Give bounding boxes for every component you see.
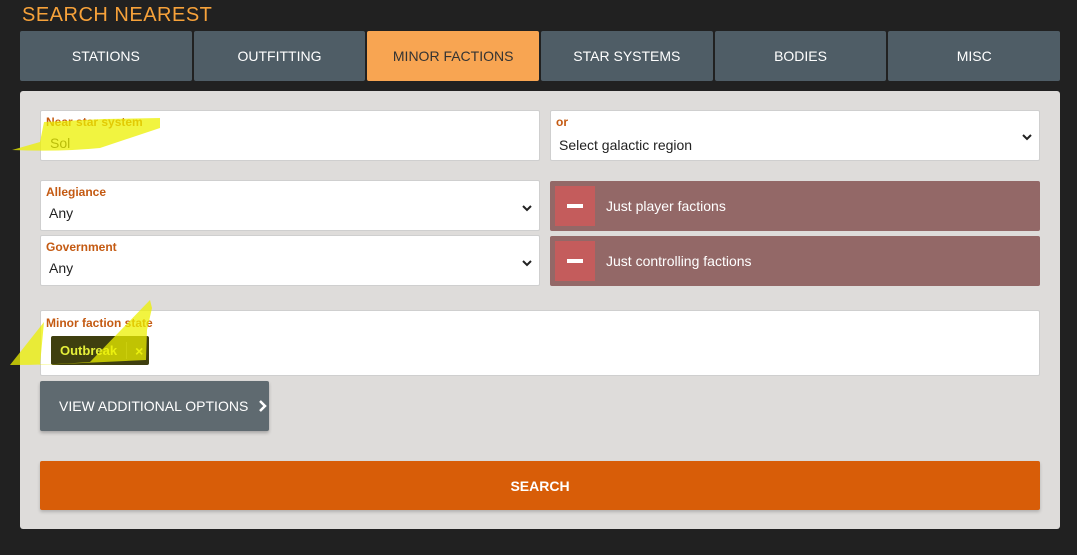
search-button[interactable]: SEARCH [40,461,1040,510]
view-additional-options-button[interactable]: VIEW ADDITIONAL OPTIONS [40,381,269,431]
government-value: Any [49,260,74,276]
near-system-value: Sol [50,135,71,151]
faction-state-field[interactable]: Minor faction state Outbreak × [40,310,1040,376]
chevron-right-icon [259,400,268,412]
near-system-field[interactable]: Near star system Sol [40,110,540,161]
tab-bar: STATIONS OUTFITTING MINOR FACTIONS STAR … [20,31,1061,81]
chevron-down-icon [522,260,532,267]
government-label: Government [46,240,117,254]
faction-state-label: Minor faction state [46,316,153,330]
controlling-factions-label: Just controlling factions [606,253,752,269]
faction-state-tag: Outbreak × [51,336,150,365]
player-factions-toggle[interactable]: Just player factions [550,181,1040,231]
minus-icon [567,259,583,263]
tab-star-systems[interactable]: STAR SYSTEMS [541,31,713,81]
allegiance-select[interactable]: Allegiance Any [40,180,540,231]
toggle-off-button[interactable] [555,186,595,226]
more-options-label: VIEW ADDITIONAL OPTIONS [59,398,249,414]
controlling-factions-toggle[interactable]: Just controlling factions [550,236,1040,286]
search-form-panel: Near star system Sol or Select galactic … [20,91,1060,529]
tab-misc[interactable]: MISC [888,31,1061,81]
tab-bodies[interactable]: BODIES [714,31,887,81]
remove-tag-icon[interactable]: × [127,343,149,359]
minus-icon [567,204,583,208]
region-value: Select galactic region [559,137,693,153]
chevron-down-icon [522,205,532,212]
allegiance-value: Any [49,205,74,221]
near-system-label: Near star system [46,115,143,129]
government-select[interactable]: Government Any [40,235,540,286]
region-label: or [556,115,568,129]
tag-label: Outbreak [60,343,118,358]
allegiance-label: Allegiance [46,185,107,199]
player-factions-label: Just player factions [606,198,726,214]
tab-minor-factions[interactable]: MINOR FACTIONS [367,31,540,81]
galactic-region-select[interactable]: or Select galactic region [550,110,1040,161]
chevron-down-icon [1022,134,1032,141]
tab-stations[interactable]: STATIONS [20,31,192,81]
page-title: SEARCH NEAREST [22,4,213,26]
tab-outfitting[interactable]: OUTFITTING [193,31,366,81]
toggle-off-button[interactable] [555,241,595,281]
